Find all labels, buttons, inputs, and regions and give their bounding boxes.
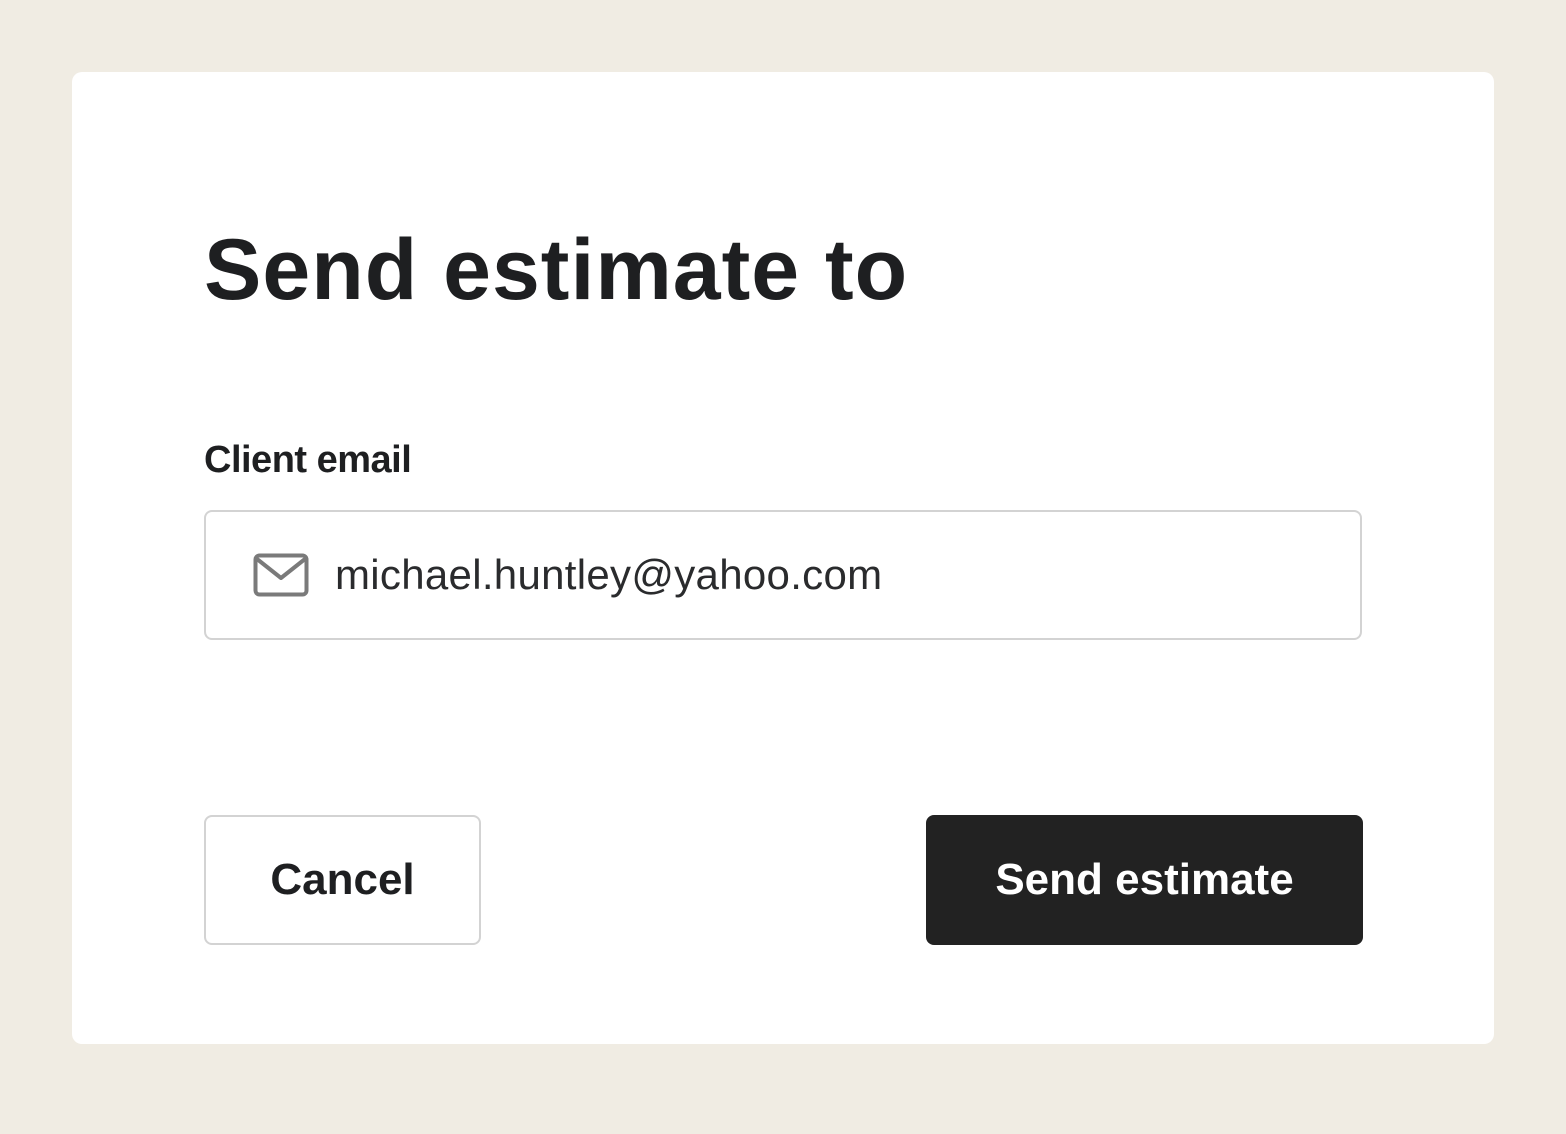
client-email-field[interactable] (204, 510, 1362, 640)
client-email-label: Client email (204, 439, 412, 481)
cancel-button[interactable]: Cancel (204, 815, 481, 945)
dialog-title: Send estimate to (204, 222, 909, 318)
send-estimate-dialog: Send estimate to Client email Cancel Sen… (72, 72, 1494, 1044)
mail-icon (253, 553, 309, 597)
client-email-input[interactable] (335, 544, 1335, 606)
send-estimate-button[interactable]: Send estimate (926, 815, 1363, 945)
